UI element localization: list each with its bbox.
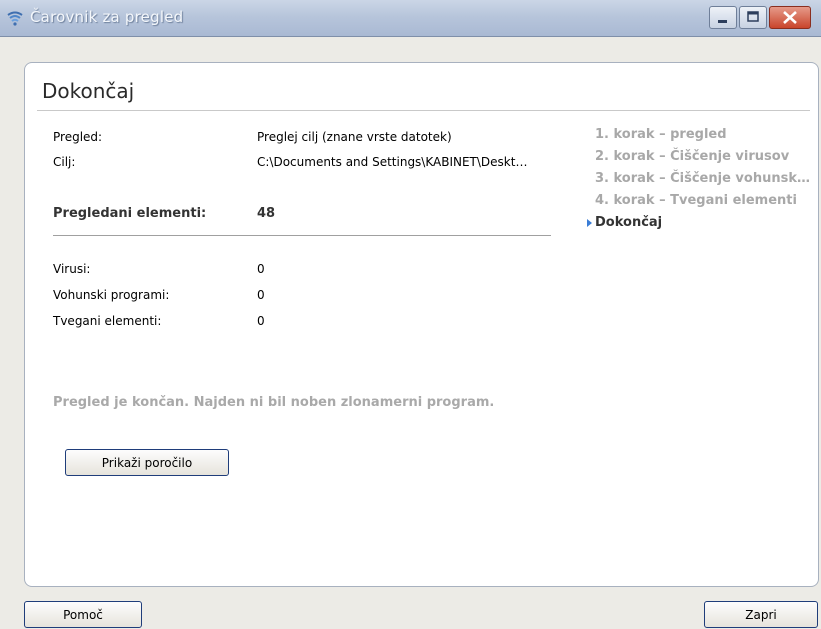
scan-type-value: Preglej cilj (znane vrste datotek)	[257, 130, 452, 144]
step-finish-label: Dokončaj	[595, 215, 663, 230]
viruses-value: 0	[257, 262, 265, 276]
scanned-items-label: Pregledani elementi:	[53, 206, 207, 221]
scan-wizard-icon	[7, 11, 23, 26]
title-divider	[37, 110, 810, 111]
step-1: 1. korak – pregled	[595, 127, 727, 142]
current-step-arrow-icon	[587, 219, 592, 227]
window-controls	[709, 6, 811, 29]
scan-type-label: Pregled:	[53, 130, 103, 144]
window-title: Čarovnik za pregled	[30, 8, 184, 26]
maximize-button[interactable]	[739, 6, 767, 29]
help-button[interactable]: Pomoč	[24, 601, 142, 628]
step-4: 4. korak – Tvegani elementi	[595, 193, 797, 208]
title-bar[interactable]: Čarovnik za pregled	[0, 0, 821, 37]
minimize-icon	[718, 20, 727, 23]
viruses-label: Virusi:	[53, 262, 91, 276]
result-message: Pregled je končan. Najden ni bil noben z…	[53, 395, 495, 410]
risky-items-value: 0	[257, 314, 265, 328]
risky-items-label: Tvegani elementi:	[53, 314, 162, 328]
summary-divider	[53, 235, 551, 236]
maximize-icon	[747, 11, 759, 22]
step-finish: Dokončaj	[587, 215, 663, 230]
spyware-value: 0	[257, 288, 265, 302]
page-title: Dokončaj	[42, 79, 135, 103]
main-panel: Dokončaj Pregled: Preglej cilj (znane vr…	[24, 62, 819, 587]
minimize-button[interactable]	[709, 6, 737, 29]
target-label: Cilj:	[53, 155, 76, 169]
close-icon	[783, 11, 797, 24]
scanned-items-value: 48	[257, 206, 276, 221]
target-value: C:\Documents and Settings\KABINET\Deskt…	[257, 155, 528, 169]
spyware-label: Vohunski programi:	[53, 288, 170, 302]
step-2: 2. korak – Čiščenje virusov	[595, 149, 790, 164]
step-3: 3. korak – Čiščenje vohunsk…	[595, 171, 810, 186]
show-report-button[interactable]: Prikaži poročilo	[65, 449, 229, 476]
close-window-button[interactable]	[769, 6, 811, 29]
close-button[interactable]: Zapri	[704, 601, 818, 628]
